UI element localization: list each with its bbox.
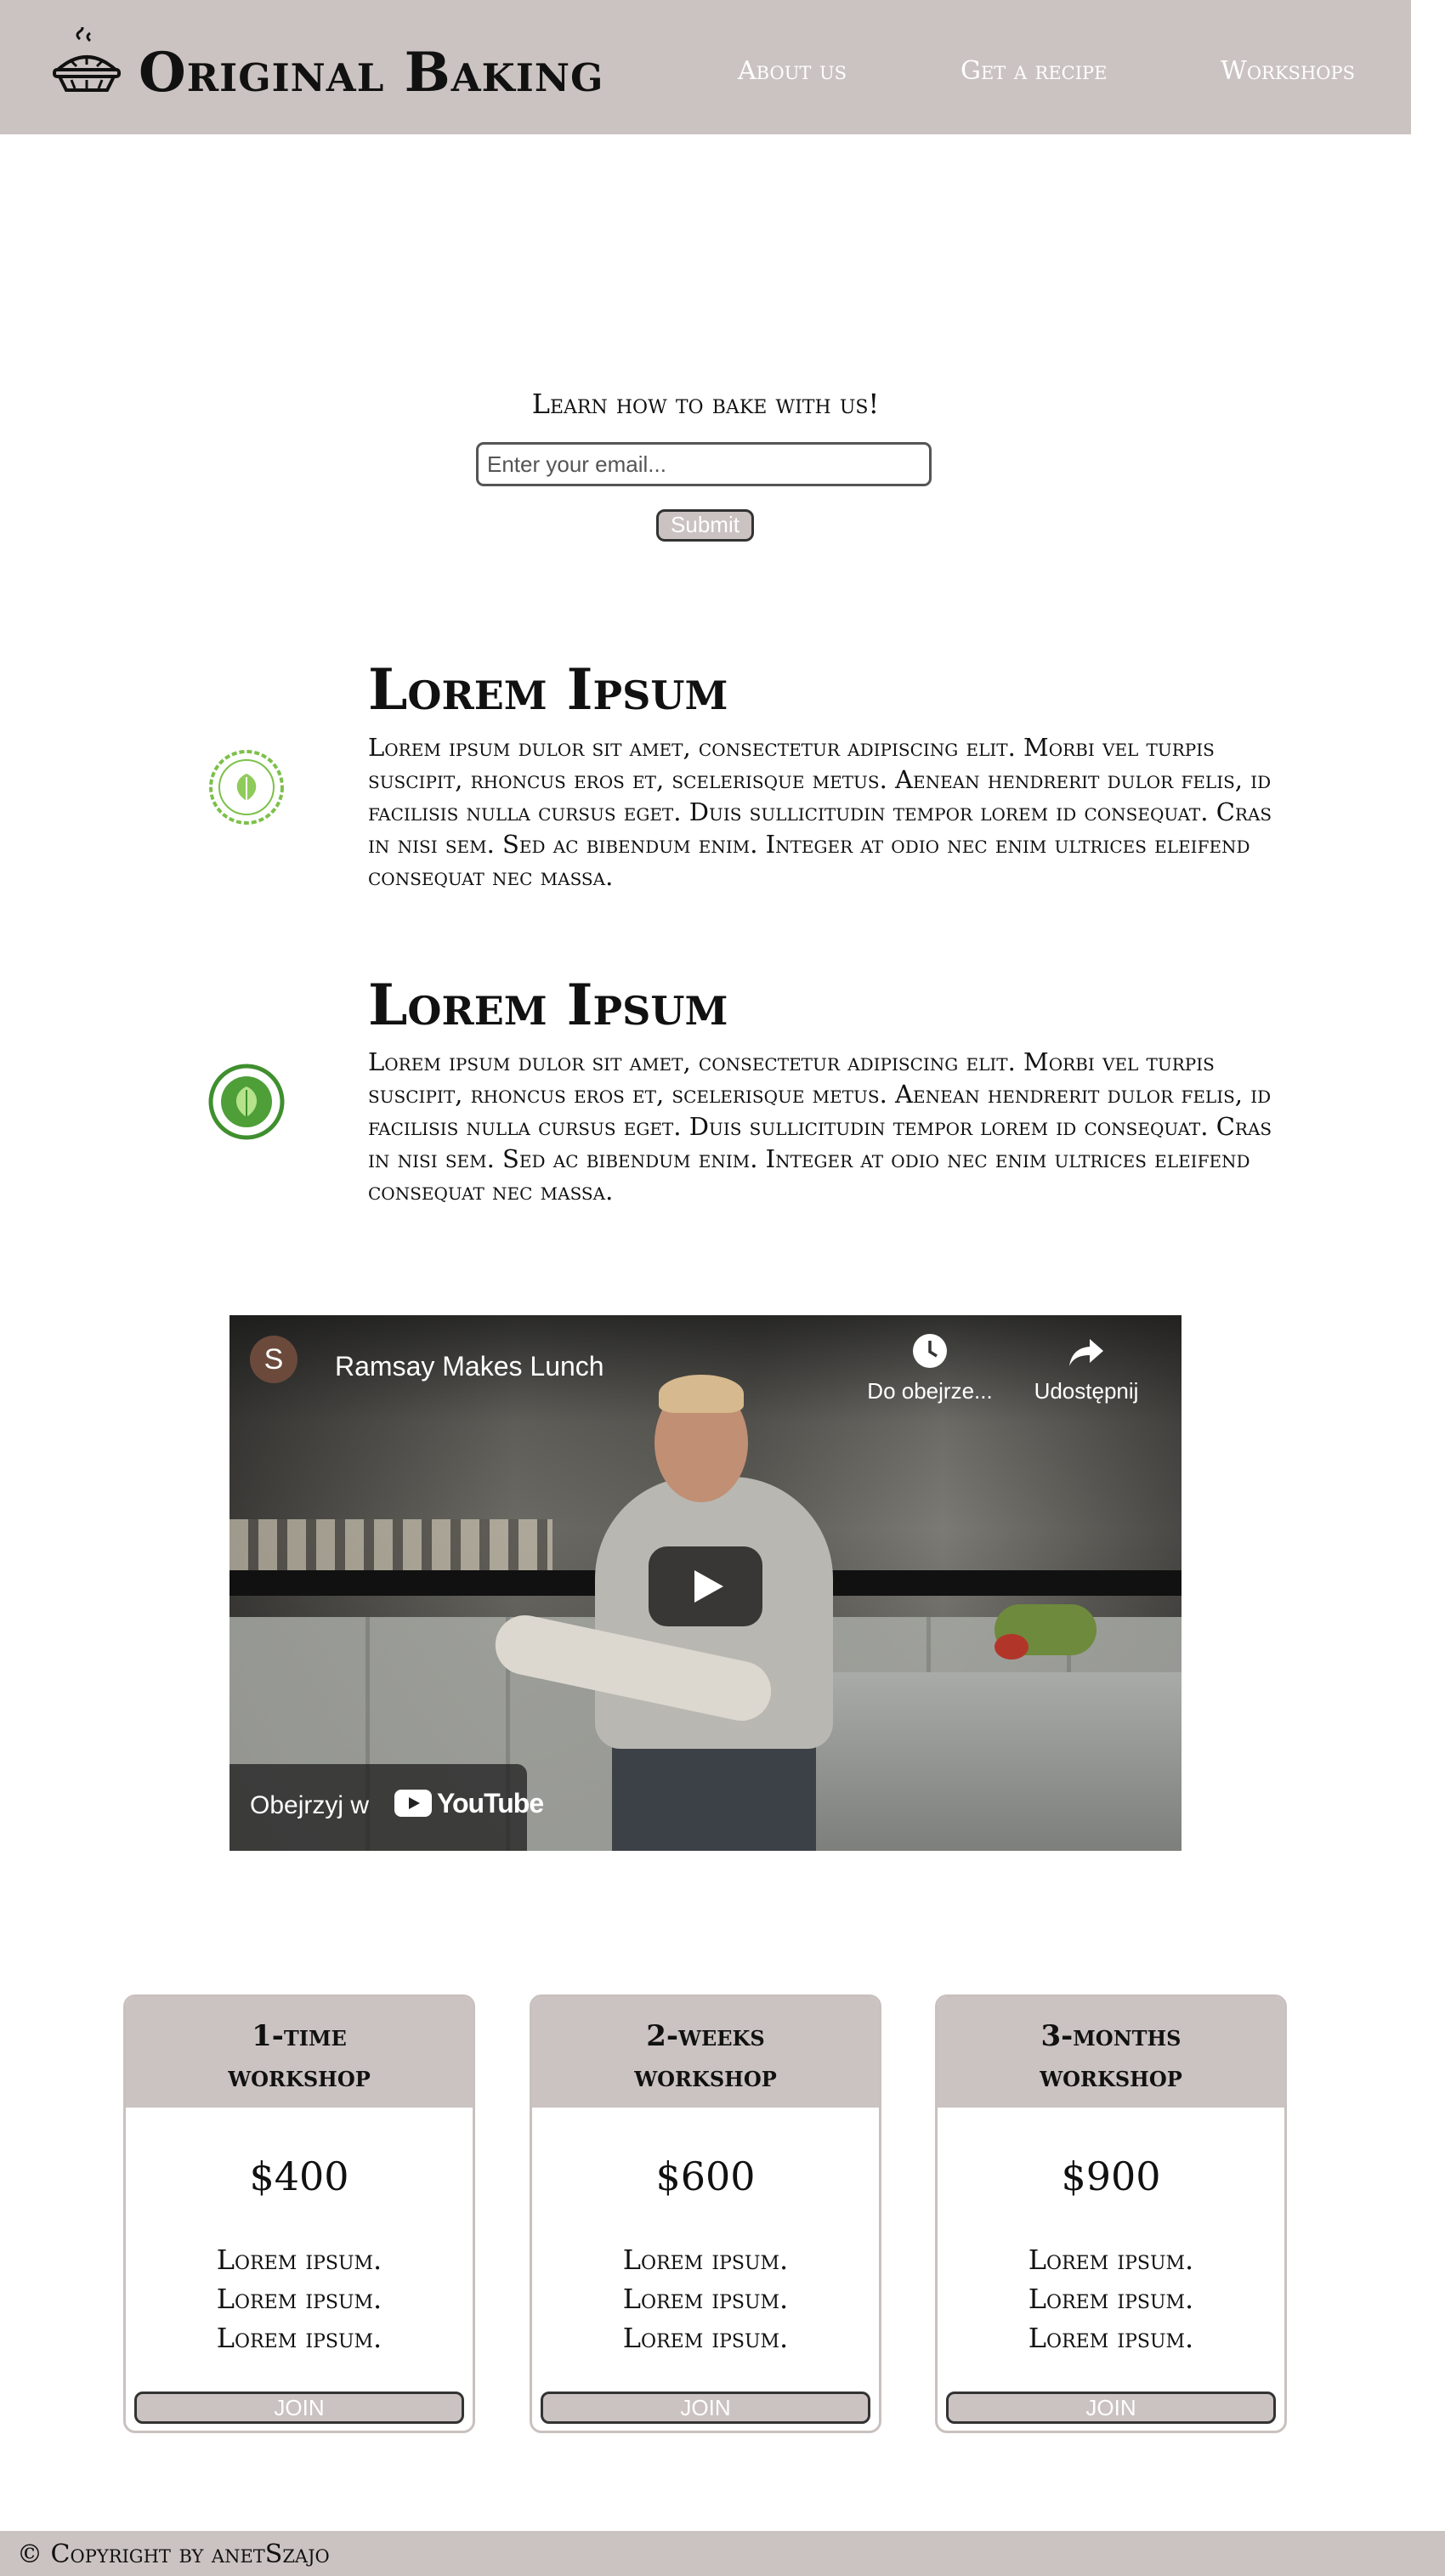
pricing-card-feature: Lorem ipsum. — [1028, 2322, 1194, 2354]
watch-on-label: Obejrzyj w — [250, 1791, 370, 1819]
video-embed[interactable]: S Ramsay Makes Lunch Do obejrze... Udost… — [230, 1315, 1182, 1851]
watch-later-label: Do obejrze... — [867, 1378, 993, 1404]
join-button[interactable]: JOIN — [541, 2392, 870, 2424]
copyright-text: © Copyright by anetSzajo — [17, 2539, 330, 2569]
submit-button[interactable]: Submit — [656, 509, 754, 542]
pricing-card-title: 2-weeks workshop — [634, 2019, 777, 2094]
video-thumbnail-shelf — [230, 1519, 552, 1570]
feature-title: Lorem Ipsum — [368, 972, 728, 1038]
pricing-card-header: 1-time workshop — [126, 1997, 473, 2108]
share-label: Udostępnij — [1034, 1378, 1139, 1404]
signup-heading: Learn how to bake with us! — [531, 388, 880, 420]
youtube-wordmark: YouTube — [437, 1788, 544, 1819]
nav-get-a-recipe[interactable]: Get a recipe — [960, 56, 1108, 86]
share-icon — [1069, 1339, 1103, 1366]
video-title[interactable]: Ramsay Makes Lunch — [335, 1351, 604, 1382]
pricing-card-feature: Lorem ipsum. — [1028, 2283, 1194, 2315]
feature-text: Lorem ipsum dulor sit amet, consectetur … — [368, 1047, 1272, 1206]
site-header: Original Baking About us Get a recipe Wo… — [0, 0, 1411, 134]
pricing-card-feature: Lorem ipsum. — [622, 2283, 789, 2315]
nav-workshops[interactable]: Workshops — [1221, 56, 1355, 86]
pricing-card-feature: Lorem ipsum. — [622, 2322, 789, 2354]
pie-logo-icon[interactable] — [51, 27, 122, 99]
clock-icon — [913, 1334, 947, 1368]
brand-name[interactable]: Original Baking — [139, 41, 604, 105]
pricing-card-title: 3-months workshop — [1040, 2019, 1182, 2094]
video-thumbnail-tomato — [994, 1634, 1028, 1660]
pricing-card-price: $900 — [1061, 2153, 1161, 2199]
pricing-card-feature: Lorem ipsum. — [216, 2322, 382, 2354]
play-button-icon[interactable] — [649, 1546, 762, 1626]
nav-about-us[interactable]: About us — [738, 56, 847, 86]
pricing-card: 3-months workshop $900 Lorem ipsum. Lore… — [935, 1994, 1287, 2433]
join-button[interactable]: JOIN — [946, 2392, 1276, 2424]
feature-text: Lorem ipsum dulor sit amet, consectetur … — [368, 733, 1272, 891]
pricing-card-feature: Lorem ipsum. — [216, 2244, 382, 2276]
email-input[interactable] — [476, 442, 932, 486]
pricing-card: 2-weeks workshop $600 Lorem ipsum. Lorem… — [530, 1994, 881, 2433]
pricing-card-header: 3-months workshop — [938, 1997, 1284, 2108]
watch-on-youtube-button[interactable]: Obejrzyj w YouTube — [230, 1764, 544, 1851]
join-button[interactable]: JOIN — [134, 2392, 464, 2424]
organic-badge-icon — [209, 750, 284, 825]
site-footer: © Copyright by anetSzajo — [0, 2531, 1445, 2576]
channel-avatar[interactable]: S — [250, 1336, 298, 1383]
share-button[interactable]: Udostępnij — [1018, 1332, 1154, 1404]
pricing-card: 1-time workshop $400 Lorem ipsum. Lorem … — [123, 1994, 475, 2433]
video-thumbnail-person-hair — [659, 1375, 744, 1413]
pricing-card-title: 1-time workshop — [228, 2019, 371, 2094]
pricing-card-price: $400 — [249, 2153, 349, 2199]
feature-title: Lorem Ipsum — [368, 656, 728, 723]
video-thumbnail-person — [612, 1740, 816, 1851]
pricing-card-feature: Lorem ipsum. — [216, 2283, 382, 2315]
watch-later-button[interactable]: Do obejrze... — [862, 1332, 998, 1404]
pricing-card-header: 2-weeks workshop — [532, 1997, 879, 2108]
pricing-card-price: $600 — [655, 2153, 756, 2199]
natural-ingredients-badge-icon — [208, 1064, 285, 1140]
youtube-logo-icon — [394, 1790, 432, 1817]
video-thumbnail-counter-steel — [782, 1672, 1182, 1851]
pricing-card-feature: Lorem ipsum. — [1028, 2244, 1194, 2276]
pricing-card-feature: Lorem ipsum. — [622, 2244, 789, 2276]
